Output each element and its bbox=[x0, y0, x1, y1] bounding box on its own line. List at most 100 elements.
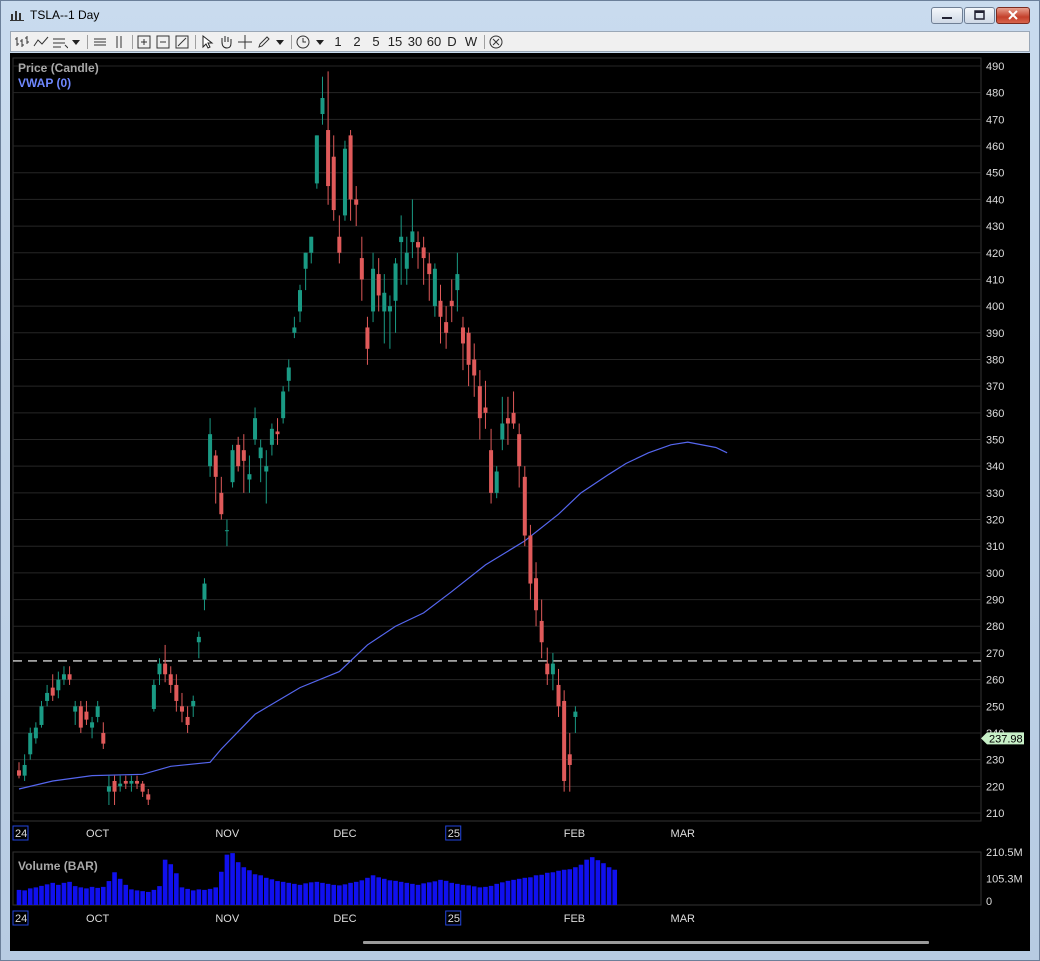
period-button-5[interactable]: 5 bbox=[369, 34, 383, 50]
volume-bar bbox=[426, 882, 432, 905]
period-button-day[interactable]: D bbox=[445, 34, 459, 50]
volume-bar bbox=[595, 860, 601, 905]
vertical-split-icon[interactable] bbox=[111, 34, 127, 50]
pointer-icon[interactable] bbox=[199, 34, 215, 50]
candle-body bbox=[151, 684, 156, 709]
fit-icon[interactable] bbox=[174, 34, 190, 50]
candle-body bbox=[562, 700, 567, 781]
volume-bar bbox=[33, 887, 39, 905]
candle bbox=[230, 444, 235, 488]
volume-bar bbox=[140, 891, 145, 905]
zoom-in-icon[interactable] bbox=[136, 34, 152, 50]
volume-bar bbox=[196, 889, 202, 905]
price-tick-label: 350 bbox=[986, 435, 1004, 447]
chart-area[interactable]: 490 480 470 460 450 440 430 420 410 400 390 380 370 3… bbox=[10, 53, 1030, 951]
zoom-out-icon[interactable] bbox=[155, 34, 171, 50]
volume-bar bbox=[84, 888, 89, 905]
volume-axis-date-label: MAR bbox=[671, 913, 696, 925]
volume-bar bbox=[561, 869, 567, 905]
period-button-30[interactable]: 30 bbox=[406, 34, 424, 50]
volume-bar bbox=[56, 884, 61, 905]
volume-bar bbox=[325, 883, 331, 905]
volume-axis-date-label: FEB bbox=[564, 913, 585, 925]
volume-bar bbox=[589, 857, 595, 905]
bar-style-icon[interactable] bbox=[14, 34, 30, 50]
horizontal-scrollbar[interactable] bbox=[363, 941, 929, 944]
candle-body bbox=[163, 663, 168, 675]
maximize-button[interactable] bbox=[964, 7, 995, 24]
volume-bar bbox=[123, 884, 129, 905]
crosshair-icon[interactable] bbox=[237, 34, 253, 50]
volume-tick-label: 210.5M bbox=[986, 847, 1023, 859]
candle-body bbox=[371, 268, 376, 312]
period-button-60[interactable]: 60 bbox=[425, 34, 443, 50]
period-button-2[interactable]: 2 bbox=[350, 34, 364, 50]
price-tick-label: 290 bbox=[986, 595, 1004, 607]
candle-body bbox=[500, 423, 505, 440]
candle-body bbox=[314, 135, 319, 184]
price-volume-chart[interactable]: 490 480 470 460 450 440 430 420 410 400 390 380 370 3… bbox=[10, 53, 1030, 951]
volume-bar bbox=[145, 891, 151, 905]
pencil-icon[interactable] bbox=[256, 34, 272, 50]
volume-bar bbox=[303, 883, 308, 905]
volume-bar bbox=[39, 885, 44, 905]
volume-axis-date-label: OCT bbox=[86, 913, 110, 925]
candle-body bbox=[17, 770, 21, 776]
candle-body bbox=[365, 327, 370, 349]
candle-body bbox=[241, 450, 246, 461]
volume-bar bbox=[213, 887, 218, 905]
candle-body bbox=[449, 300, 454, 307]
chevron-down-icon[interactable] bbox=[70, 34, 82, 50]
price-tick-label: 440 bbox=[986, 194, 1004, 206]
chevron-down-icon[interactable] bbox=[314, 34, 326, 50]
price-tick-label: 230 bbox=[986, 755, 1004, 767]
period-button-1[interactable]: 1 bbox=[331, 34, 345, 50]
period-button-week[interactable]: W bbox=[463, 34, 479, 50]
chart-app-icon bbox=[10, 11, 24, 21]
horizontal-split-icon[interactable] bbox=[92, 34, 108, 50]
maximize-icon bbox=[974, 10, 985, 20]
volume-bar bbox=[241, 867, 247, 905]
hand-icon[interactable] bbox=[218, 34, 234, 50]
candle-body bbox=[196, 636, 201, 643]
candle-body bbox=[376, 274, 381, 296]
toolbar-separator bbox=[195, 35, 196, 49]
volume-bar bbox=[359, 880, 365, 905]
candle-body bbox=[534, 578, 539, 611]
close-icon bbox=[1008, 10, 1018, 20]
candle-body bbox=[416, 242, 421, 248]
volume-bar bbox=[337, 885, 342, 905]
candle-body bbox=[444, 322, 449, 333]
volume-axis-date-label: 24 bbox=[15, 913, 27, 925]
price-tick-label: 280 bbox=[986, 621, 1004, 633]
chevron-down-icon[interactable] bbox=[274, 34, 286, 50]
candle-body bbox=[112, 780, 117, 792]
line-style-icon[interactable] bbox=[33, 34, 49, 50]
volume-bar bbox=[376, 877, 381, 905]
volume-bar bbox=[443, 880, 449, 905]
minimize-icon bbox=[942, 17, 952, 19]
volume-axis-date-label: 25 bbox=[448, 913, 460, 925]
candle-body bbox=[348, 135, 353, 200]
candle-body bbox=[224, 530, 229, 532]
candle-body bbox=[95, 706, 100, 717]
volume-bar bbox=[606, 867, 612, 905]
price-tick-label: 250 bbox=[986, 701, 1004, 713]
price-tick-label: 210 bbox=[986, 808, 1004, 820]
candle-body bbox=[219, 492, 224, 515]
period-button-15[interactable]: 15 bbox=[386, 34, 404, 50]
clock-icon[interactable] bbox=[295, 34, 311, 50]
study-icon[interactable] bbox=[52, 34, 68, 50]
volume-bar bbox=[483, 886, 488, 905]
volume-axis-date-label: DEC bbox=[333, 913, 356, 925]
cancel-icon[interactable] bbox=[488, 34, 504, 50]
volume-bar bbox=[162, 859, 168, 905]
close-button[interactable] bbox=[996, 7, 1030, 24]
minimize-button[interactable] bbox=[931, 7, 963, 24]
candle-body bbox=[354, 199, 359, 205]
volume-panel-title: Volume (BAR) bbox=[18, 859, 98, 873]
candle-body bbox=[404, 252, 409, 269]
candle-body bbox=[168, 674, 173, 685]
volume-bar bbox=[263, 877, 269, 905]
candle-body bbox=[359, 258, 364, 280]
